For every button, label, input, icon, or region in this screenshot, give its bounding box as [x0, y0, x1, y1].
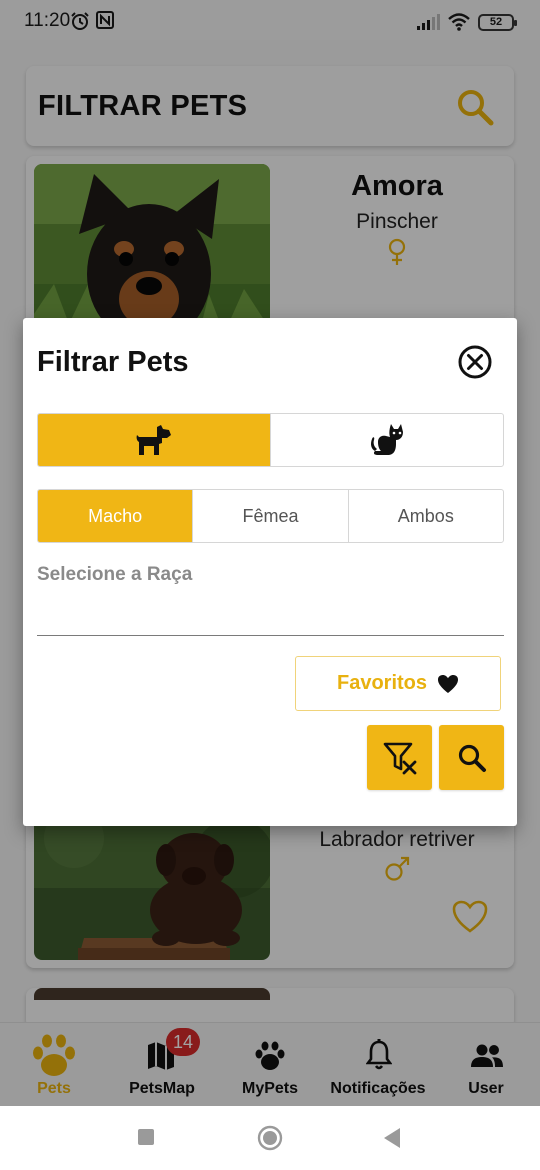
wifi-icon [448, 13, 470, 31]
species-toggle [37, 413, 504, 467]
breed-select-field[interactable]: Selecione a Raça [37, 558, 504, 636]
close-icon[interactable] [457, 344, 493, 380]
breed-field-label: Selecione a Raça [37, 564, 193, 585]
dog-icon [136, 425, 171, 455]
battery-indicator: 52 [478, 14, 517, 31]
alarm-icon [71, 12, 89, 30]
heart-icon [438, 674, 459, 693]
status-bar: 11:20 52 [0, 0, 540, 40]
sex-option-femea[interactable]: Fêmea [192, 490, 347, 542]
sex-toggle: Macho Fêmea Ambos [37, 489, 504, 543]
system-nav-bar [0, 1106, 540, 1170]
back-icon[interactable] [383, 1127, 401, 1149]
filter-clear-icon [383, 742, 416, 774]
favorites-button[interactable]: Favoritos [295, 656, 501, 711]
filter-dialog: Filtrar Pets Macho Fêmea Ambos Selecione… [23, 318, 517, 826]
cat-icon [371, 424, 403, 455]
sex-option-macho[interactable]: Macho [38, 490, 193, 542]
sex-option-ambos[interactable]: Ambos [347, 490, 503, 542]
search-icon [458, 744, 486, 772]
clear-filter-button[interactable] [367, 725, 432, 790]
species-option-cat[interactable] [270, 414, 503, 466]
recents-icon[interactable] [137, 1128, 155, 1146]
app-screen: 11:20 52 FILTRAR PETS Amora Pinscher Lab… [0, 0, 540, 1170]
status-time: 11:20 [24, 10, 71, 31]
home-icon[interactable] [257, 1125, 283, 1151]
dialog-title: Filtrar Pets [37, 346, 189, 378]
signal-icon [417, 14, 440, 30]
nfc-icon [96, 11, 114, 29]
apply-search-button[interactable] [439, 725, 504, 790]
favorites-label: Favoritos [336, 672, 428, 694]
species-option-dog[interactable] [38, 414, 270, 466]
